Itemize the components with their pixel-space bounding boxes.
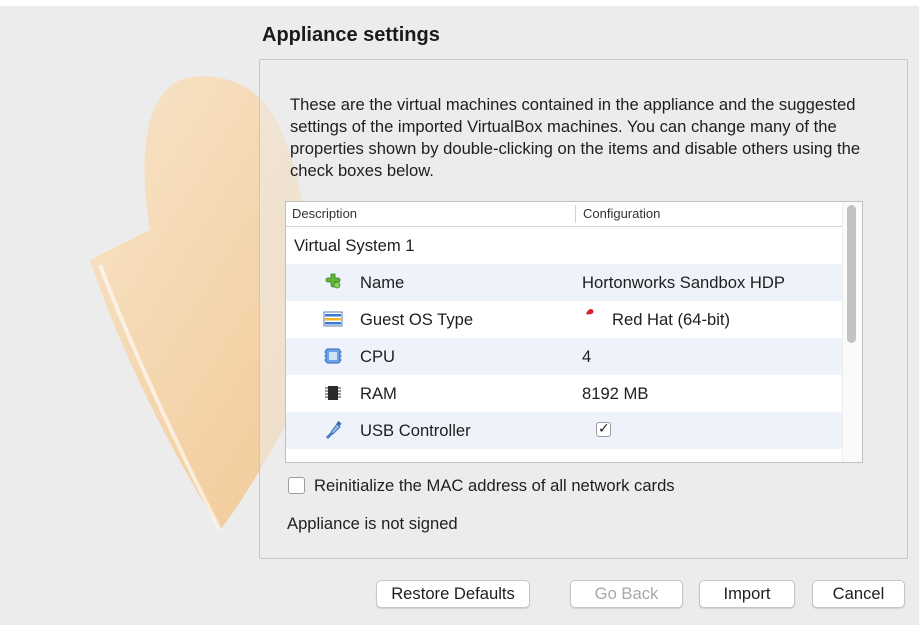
page-title: Appliance settings bbox=[262, 24, 440, 46]
intro-text: These are the virtual machines contained… bbox=[290, 95, 861, 180]
row-description: RAM bbox=[360, 384, 397, 403]
table-row-usb-controller[interactable]: USB Controller ✓ bbox=[286, 412, 842, 449]
window-top-strip bbox=[0, 0, 919, 6]
row-configuration[interactable]: 4 bbox=[582, 347, 591, 367]
reinitialize-mac-checkbox[interactable] bbox=[288, 477, 305, 494]
name-puzzle-icon bbox=[325, 273, 341, 289]
row-description: USB Controller bbox=[360, 421, 471, 440]
table-row-name[interactable]: Name Hortonworks Sandbox HDP bbox=[286, 264, 842, 301]
row-configuration[interactable]: 8192 MB bbox=[582, 384, 648, 404]
table-scrollbar-thumb[interactable] bbox=[847, 205, 856, 343]
go-back-button[interactable]: Go Back bbox=[570, 580, 683, 608]
restore-defaults-button[interactable]: Restore Defaults bbox=[376, 580, 530, 608]
cpu-chip-icon bbox=[324, 348, 342, 364]
table-row-cpu[interactable]: CPU 4 bbox=[286, 338, 842, 375]
usb-plug-icon bbox=[326, 421, 342, 439]
row-description: Virtual System 1 bbox=[294, 236, 415, 255]
checkmark-icon: ✓ bbox=[598, 420, 610, 436]
red-hat-icon bbox=[586, 309, 594, 315]
column-header-description[interactable]: Description bbox=[292, 206, 357, 221]
import-button[interactable]: Import bbox=[699, 580, 795, 608]
table-row-guest-os-type[interactable]: Guest OS Type Red Hat (64-bit) bbox=[286, 301, 842, 338]
table-row-virtual-system[interactable]: Virtual System 1 bbox=[286, 227, 842, 264]
column-separator bbox=[575, 205, 576, 223]
appliance-settings-table[interactable]: Description Configuration Virtual System… bbox=[285, 201, 863, 463]
cancel-button[interactable]: Cancel bbox=[812, 580, 905, 608]
row-description: CPU bbox=[360, 347, 396, 366]
signature-status: Appliance is not signed bbox=[287, 514, 458, 533]
reinitialize-mac-label[interactable]: Reinitialize the MAC address of all netw… bbox=[314, 476, 675, 495]
row-configuration[interactable]: Red Hat (64-bit) bbox=[612, 310, 730, 330]
guest-os-type-icon bbox=[323, 311, 343, 327]
row-configuration[interactable]: Hortonworks Sandbox HDP bbox=[582, 273, 785, 293]
table-header: Description Configuration bbox=[286, 202, 862, 227]
usb-controller-checkbox[interactable]: ✓ bbox=[596, 420, 611, 437]
row-description: Name bbox=[360, 273, 405, 292]
reinitialize-mac-option[interactable]: Reinitialize the MAC address of all netw… bbox=[288, 476, 675, 496]
ram-chip-icon bbox=[325, 386, 341, 400]
column-header-configuration[interactable]: Configuration bbox=[583, 206, 660, 221]
row-description: Guest OS Type bbox=[360, 310, 474, 329]
table-row-ram[interactable]: RAM 8192 MB bbox=[286, 375, 842, 412]
